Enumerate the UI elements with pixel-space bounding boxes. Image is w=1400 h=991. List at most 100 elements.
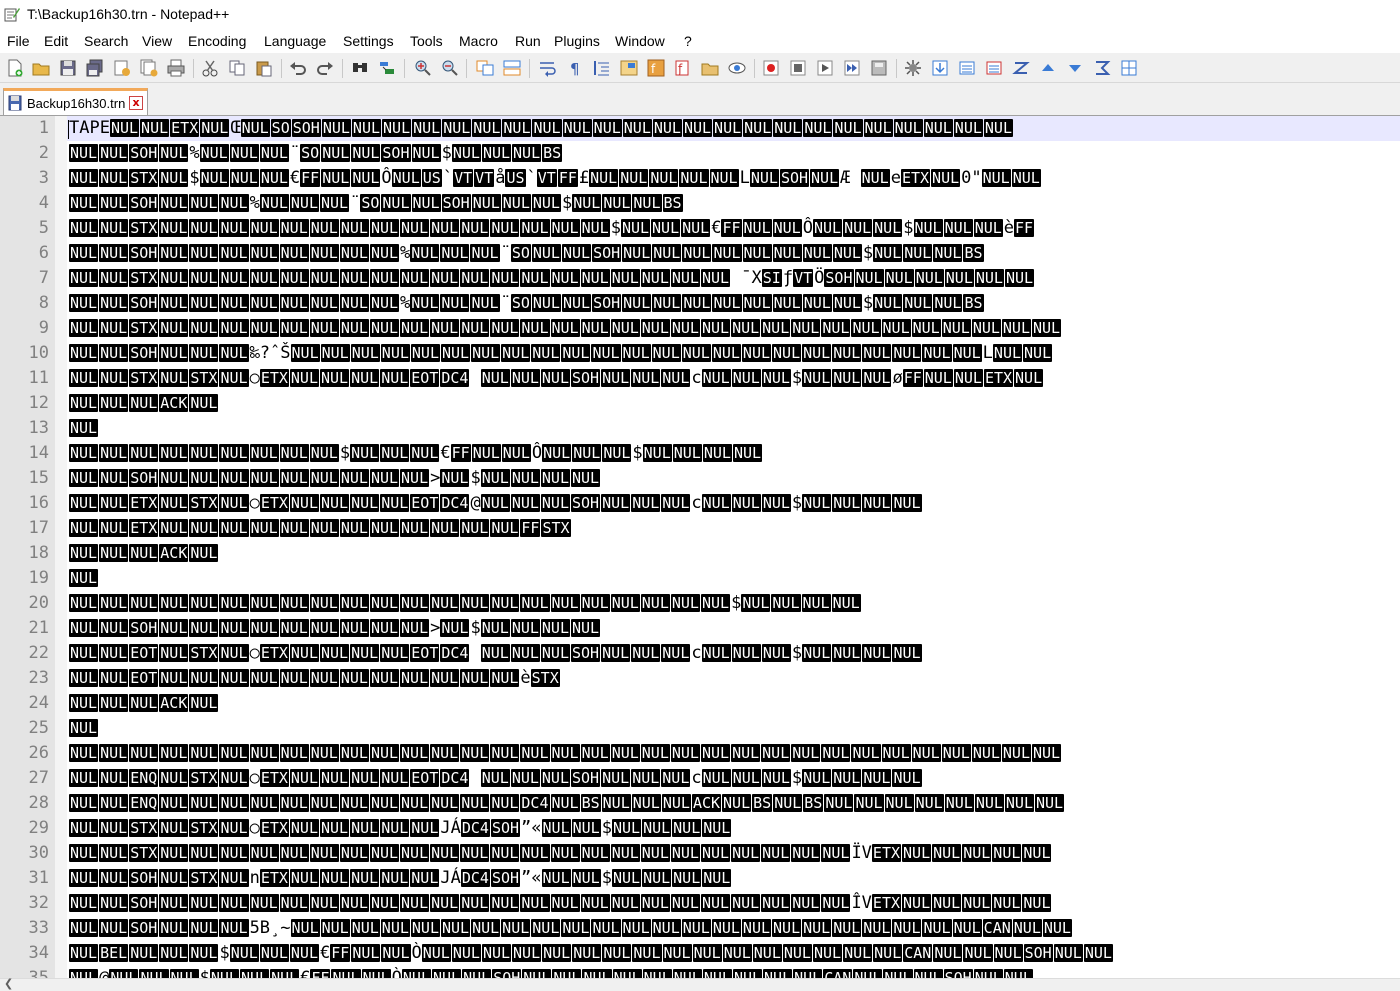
text-line[interactable]: NUL NUL SOH NUL STX NUL nETX NUL NUL NUL NUL NUL JÁD… bbox=[69, 866, 732, 891]
text-line[interactable]: NUL NUL STX NUL NUL NUL NUL NUL NUL NUL NUL NUL NUL N… bbox=[69, 841, 1052, 866]
control-char-token: NUL bbox=[309, 594, 339, 612]
text-line[interactable]: NUL NUL SOH NUL NUL NUL 5B¸~NUL NUL NUL NUL NUL NUL… bbox=[69, 916, 1073, 941]
text-line[interactable]: NUL NUL STX NUL NUL NUL NUL NUL NUL NUL NUL NUL NUL N… bbox=[69, 216, 1035, 241]
control-char-token: NUL bbox=[981, 169, 1011, 187]
text-line[interactable]: NUL @NUL NUL NUL $NUL NUL NUL €FF NUL NUL ÒNUL NUL N… bbox=[69, 966, 1034, 978]
text-line[interactable]: NUL NUL SOH NUL NUL NUL NUL NUL NUL NUL NUL NUL >NUL… bbox=[69, 616, 601, 641]
move-up-icon[interactable] bbox=[1038, 58, 1058, 78]
play-macro-icon[interactable] bbox=[815, 58, 835, 78]
menu-window[interactable]: Window bbox=[615, 33, 665, 49]
text-line[interactable]: NUL NUL STX NUL NUL NUL NUL NUL NUL NUL NUL NUL NUL N… bbox=[69, 316, 1062, 341]
save-icon[interactable] bbox=[58, 58, 78, 78]
move-down-icon[interactable] bbox=[1065, 58, 1085, 78]
undo-icon[interactable] bbox=[288, 58, 308, 78]
text-line[interactable]: NUL bbox=[69, 716, 99, 741]
menu-file[interactable]: File bbox=[7, 33, 30, 49]
close-all-icon[interactable] bbox=[139, 58, 159, 78]
plugin-2-icon[interactable] bbox=[930, 58, 950, 78]
copy-icon[interactable] bbox=[227, 58, 247, 78]
tab-close-button[interactable]: x bbox=[129, 96, 143, 110]
sync-vertical-icon[interactable] bbox=[475, 58, 495, 78]
text-line[interactable]: NUL NUL SOH NUL NUL NUL NUL NUL NUL NUL NUL NUL NUL N… bbox=[69, 891, 1052, 916]
text-line[interactable]: NUL bbox=[69, 566, 99, 591]
menu-view[interactable]: View bbox=[142, 33, 172, 49]
word-wrap-icon[interactable] bbox=[538, 58, 558, 78]
close-icon[interactable] bbox=[112, 58, 132, 78]
menu-tools[interactable]: Tools bbox=[410, 33, 443, 49]
plugin-3-icon[interactable] bbox=[957, 58, 977, 78]
control-char-token: NUL bbox=[480, 644, 510, 662]
redo-icon[interactable] bbox=[315, 58, 335, 78]
show-all-chars-icon[interactable]: ¶ bbox=[565, 58, 585, 78]
replace-icon[interactable] bbox=[377, 58, 397, 78]
find-icon[interactable] bbox=[350, 58, 370, 78]
text-line[interactable]: NUL NUL ENQ NUL STX NUL ○ETX NUL NUL NUL NUL EOT DC4… bbox=[69, 766, 923, 791]
text-line[interactable]: NUL NUL NUL NUL NUL NUL NUL NUL NUL NUL NUL NUL NUL N… bbox=[69, 741, 1062, 766]
text-line[interactable]: NUL NUL ETX NUL STX NUL ○ETX NUL NUL NUL NUL EOT DC4… bbox=[69, 491, 923, 516]
text-line[interactable]: NUL NUL SOH NUL NUL NUL ‰?ˆŠNUL NUL NUL NUL NUL NUL… bbox=[69, 341, 1053, 366]
control-char-token: NUL bbox=[520, 269, 550, 287]
fold-margin[interactable] bbox=[55, 116, 67, 978]
text-line[interactable]: NUL NUL EOT NUL NUL NUL NUL NUL NUL NUL NUL NUL NUL N… bbox=[69, 666, 561, 691]
plugin-5-icon[interactable] bbox=[1011, 58, 1031, 78]
text-line[interactable]: NUL NUL SOH NUL NUL NUL %NUL NUL NUL ¨SO NUL NUL SOH… bbox=[69, 191, 684, 216]
save-all-icon[interactable] bbox=[85, 58, 105, 78]
text-line[interactable]: NUL BEL NUL NUL NUL $NUL NUL NUL €FF NUL NUL ÒNUL NU… bbox=[69, 941, 1114, 966]
folder-icon[interactable] bbox=[700, 58, 720, 78]
tab-backup16h30[interactable]: Backup16h30.trn x bbox=[3, 88, 148, 115]
editor-area[interactable]: 1 2 3 4 5 6 7 8 9 10 11 12 13 14 15 16 17 18 19 20 21 22 23 24 2… bbox=[0, 116, 1400, 978]
menu-search[interactable]: Search bbox=[84, 33, 128, 49]
menu-encoding[interactable]: Encoding bbox=[188, 33, 246, 49]
menu-plugins[interactable]: Plugins bbox=[554, 33, 600, 49]
paste-icon[interactable] bbox=[254, 58, 274, 78]
text-line[interactable]: NUL NUL STX NUL STX NUL ○ETX NUL NUL NUL NUL NUL JÁD… bbox=[69, 816, 732, 841]
text-line[interactable]: NUL NUL SOH NUL %NUL NUL NUL ¨SO NUL NUL SOH NUL $NU… bbox=[69, 141, 563, 166]
menu-macro[interactable]: Macro bbox=[459, 33, 498, 49]
text-line[interactable]: NUL NUL STX NUL STX NUL ○ETX NUL NUL NUL NUL EOT DC4… bbox=[69, 366, 1044, 391]
monitoring-icon[interactable] bbox=[727, 58, 747, 78]
scroll-left-icon[interactable]: ❮ bbox=[4, 977, 13, 990]
text-line[interactable]: NUL NUL EOT NUL STX NUL ○ETX NUL NUL NUL NUL EOT DC4… bbox=[69, 641, 923, 666]
sync-horizontal-icon[interactable] bbox=[502, 58, 522, 78]
menu-help[interactable]: ? bbox=[684, 33, 692, 49]
menu-edit[interactable]: Edit bbox=[44, 33, 68, 49]
text-line[interactable]: NUL NUL NUL ACK NUL bbox=[69, 691, 219, 716]
record-macro-icon[interactable] bbox=[761, 58, 781, 78]
text-line[interactable]: NUL NUL NUL ACK NUL bbox=[69, 391, 219, 416]
text-line[interactable]: NUL NUL ETX NUL NUL NUL NUL NUL NUL NUL NUL NUL NUL N… bbox=[69, 516, 572, 541]
save-macro-icon[interactable] bbox=[869, 58, 889, 78]
horizontal-scrollbar[interactable]: ❮ bbox=[0, 977, 1400, 991]
text-line[interactable]: TAPENUL NUL ETX NUL ŒNUL SO SOH NUL NUL NUL NUL NUL… bbox=[69, 116, 1014, 141]
menu-settings[interactable]: Settings bbox=[343, 33, 394, 49]
text-line[interactable]: NUL NUL ENQ NUL NUL NUL NUL NUL NUL NUL NUL NUL NUL N… bbox=[69, 791, 1065, 816]
text-line[interactable]: NUL NUL NUL NUL NUL NUL NUL NUL NUL $NUL NUL NUL €FF… bbox=[69, 441, 763, 466]
plugin-7-icon[interactable] bbox=[1119, 58, 1139, 78]
zoom-out-icon[interactable] bbox=[440, 58, 460, 78]
plugin-icon[interactable] bbox=[903, 58, 923, 78]
function-list-icon[interactable]: f bbox=[646, 58, 666, 78]
new-file-icon[interactable] bbox=[5, 58, 25, 78]
plugin-6-icon[interactable] bbox=[1092, 58, 1112, 78]
stop-record-icon[interactable] bbox=[788, 58, 808, 78]
menu-run[interactable]: Run bbox=[515, 33, 541, 49]
print-icon[interactable] bbox=[166, 58, 186, 78]
text-content[interactable]: TAPENUL NUL ETX NUL ŒNUL SO SOH NUL NUL NUL NUL NUL… bbox=[69, 116, 1400, 978]
indent-guide-icon[interactable] bbox=[592, 58, 612, 78]
text-line[interactable]: NUL bbox=[69, 416, 99, 441]
text-line[interactable]: NUL NUL NUL ACK NUL bbox=[69, 541, 219, 566]
folder-workspace-icon[interactable]: ƒ bbox=[673, 58, 693, 78]
menu-language[interactable]: Language bbox=[264, 33, 326, 49]
text-line[interactable]: NUL NUL NUL NUL NUL NUL NUL NUL NUL NUL NUL NUL NUL N… bbox=[69, 591, 862, 616]
run-macro-multiple-icon[interactable] bbox=[842, 58, 862, 78]
text-line[interactable]: NUL NUL SOH NUL NUL NUL NUL NUL NUL NUL NUL %NUL NUL… bbox=[69, 291, 985, 316]
control-char-token: NUL bbox=[189, 469, 219, 487]
text-line[interactable]: NUL NUL SOH NUL NUL NUL NUL NUL NUL NUL NUL %NUL NUL… bbox=[69, 241, 985, 266]
cut-icon[interactable] bbox=[200, 58, 220, 78]
open-file-icon[interactable] bbox=[31, 58, 51, 78]
text-line[interactable]: NUL NUL STX NUL NUL NUL NUL NUL NUL NUL NUL NUL NUL N… bbox=[69, 266, 1035, 291]
zoom-in-icon[interactable] bbox=[413, 58, 433, 78]
plugin-4-icon[interactable] bbox=[984, 58, 1004, 78]
doc-map-icon[interactable] bbox=[619, 58, 639, 78]
text-line[interactable]: NUL NUL SOH NUL NUL NUL NUL NUL NUL NUL NUL NUL >NUL… bbox=[69, 466, 601, 491]
text-line[interactable]: NUL NUL STX NUL $NUL NUL NUL €FF NUL NUL ÔNUL US `VT… bbox=[69, 166, 1042, 191]
